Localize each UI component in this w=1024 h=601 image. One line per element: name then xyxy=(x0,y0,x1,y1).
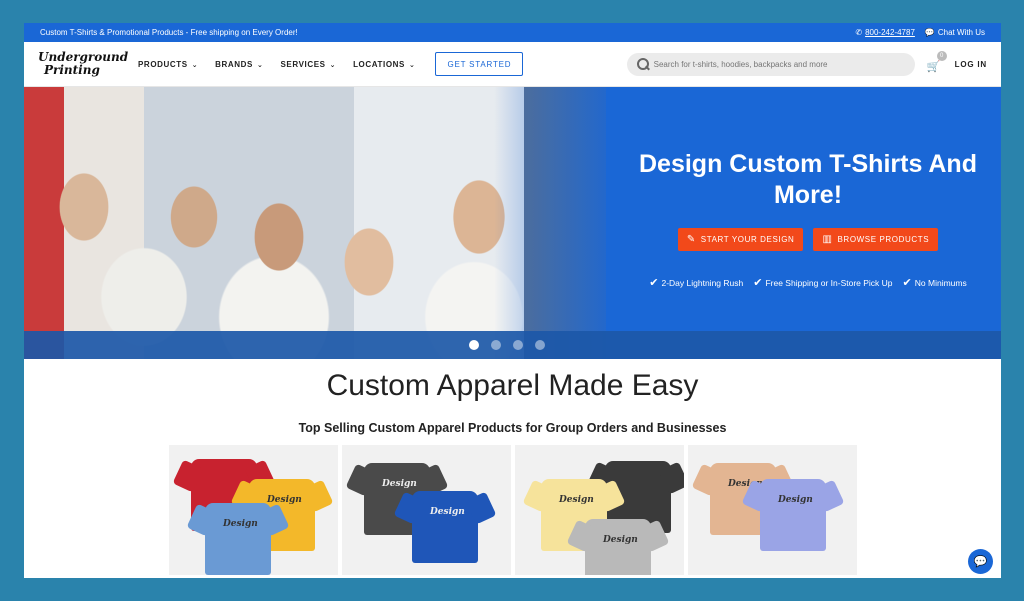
topbar-right: ✆ 800-242-4787 💬 Chat With Us xyxy=(855,28,985,37)
cart-icon: 🛒 xyxy=(926,61,941,73)
section-title: Custom Apparel Made Easy xyxy=(326,369,699,402)
chevron-down-icon: ⌄ xyxy=(257,61,264,69)
chevron-down-icon: ⌄ xyxy=(408,61,416,69)
hero-copy: Design Custom T-Shirts And More! ✎ START … xyxy=(622,149,994,289)
hero-headline: Design Custom T-Shirts And More! xyxy=(639,150,977,209)
nav-products[interactable]: PRODUCTS ⌄ xyxy=(138,60,198,69)
start-design-button[interactable]: ✎ START YOUR DESIGN xyxy=(677,228,804,251)
longsleeve-blue-image: Design xyxy=(412,491,478,563)
logo-line2: Printing xyxy=(44,63,100,77)
promo-bar: Custom T-Shirts & Promotional Products -… xyxy=(24,23,1001,42)
chat-bubble-icon: 💬 xyxy=(973,556,988,568)
carousel-dot-1[interactable] xyxy=(469,340,479,350)
browser-page: Custom T-Shirts & Promotional Products -… xyxy=(24,23,1001,578)
hoodie-lavender-image: Design xyxy=(760,479,826,551)
chat-link[interactable]: 💬 Chat With Us xyxy=(925,28,985,37)
nav-services[interactable]: SERVICES ⌄ xyxy=(280,60,336,69)
check-icon: ✔ xyxy=(649,277,659,289)
feature-item: ✔ No Minimums xyxy=(902,277,967,289)
browse-products-button[interactable]: ▥ BROWSE PRODUCTS xyxy=(813,228,939,251)
product-card-longsleeve[interactable]: Design Design xyxy=(342,445,511,575)
cart-count-badge: 0 xyxy=(936,51,947,61)
carousel-dot-3[interactable] xyxy=(513,340,523,350)
phone-icon: ✆ xyxy=(855,28,863,37)
nav-brands[interactable]: BRANDS ⌄ xyxy=(215,60,263,69)
feature-item: ✔ 2-Day Lightning Rush xyxy=(649,277,744,289)
product-card-tshirts[interactable]: Design Design xyxy=(169,445,338,575)
book-icon: ▥ xyxy=(822,234,833,245)
chat-widget-button[interactable]: 💬 xyxy=(968,549,993,574)
promo-text: Custom T-Shirts & Promotional Products -… xyxy=(40,28,298,37)
cart-button[interactable]: 🛒 0 xyxy=(926,51,947,73)
get-started-button[interactable]: GET STARTED xyxy=(435,52,524,76)
search-bar[interactable] xyxy=(626,52,915,76)
carousel-dot-4[interactable] xyxy=(535,340,545,350)
chat-bubble-icon: 💬 xyxy=(924,28,935,37)
product-card-hoodies[interactable]: Design Design xyxy=(688,445,857,575)
hero-photo-fade xyxy=(494,87,624,359)
login-link[interactable]: LOG IN xyxy=(955,60,987,69)
nav-locations[interactable]: LOCATIONS ⌄ xyxy=(353,60,415,69)
brush-icon: ✎ xyxy=(686,234,696,245)
crewneck-gray-image: Design xyxy=(585,519,651,575)
chevron-down-icon: ⌄ xyxy=(191,61,199,69)
chevron-down-icon: ⌄ xyxy=(329,61,337,69)
search-input[interactable] xyxy=(653,59,894,69)
phone-link[interactable]: ✆ 800-242-4787 xyxy=(855,28,915,37)
section-subtitle: Top Selling Custom Apparel Products for … xyxy=(298,421,727,435)
product-card-sweatshirts[interactable]: Design Design xyxy=(515,445,684,575)
site-header: Underground Printing PRODUCTS ⌄ BRANDS ⌄ S… xyxy=(24,42,1001,87)
product-grid: Design Design Design Design Design Desig… xyxy=(169,445,1001,575)
hero-banner: Design Custom T-Shirts And More! ✎ START … xyxy=(24,87,1001,359)
search-icon xyxy=(636,58,649,70)
check-icon: ✔ xyxy=(753,277,763,289)
site-logo[interactable]: Underground Printing xyxy=(38,46,128,82)
check-icon: ✔ xyxy=(902,277,912,289)
carousel-dots xyxy=(469,340,545,350)
feature-item: ✔ Free Shipping or In-Store Pick Up xyxy=(753,277,893,289)
hero-features: ✔ 2-Day Lightning Rush ✔ Free Shipping or … xyxy=(622,276,994,289)
tshirt-blue-image: Design xyxy=(205,503,271,575)
hero-buttons: ✎ START YOUR DESIGN ▥ BROWSE PRODUCTS xyxy=(622,228,994,251)
main-nav: PRODUCTS ⌄ BRANDS ⌄ SERVICES ⌄ LOCATIONS ⌄ xyxy=(138,60,415,69)
carousel-dot-2[interactable] xyxy=(491,340,501,350)
